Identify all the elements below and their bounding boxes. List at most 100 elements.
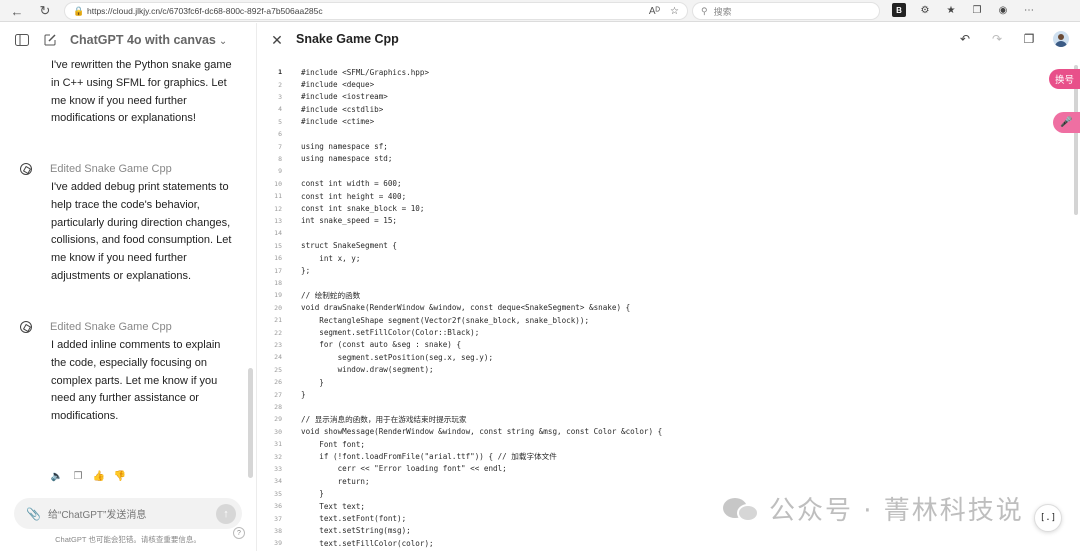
redo-icon[interactable]: ↷ <box>989 31 1005 47</box>
code-line[interactable]: 18 <box>257 277 1057 289</box>
reload-icon[interactable]: ↻ <box>34 0 56 22</box>
code-line[interactable]: 39 text.setFillColor(color); <box>257 537 1057 549</box>
code-text[interactable]: } <box>301 390 306 399</box>
address-bar[interactable]: 🔒 https://cloud.jlkjy.cn/c/6703fc6f-dc68… <box>64 2 688 20</box>
microphone-button[interactable]: 🎤 <box>1053 112 1080 133</box>
avatar[interactable] <box>1053 31 1069 47</box>
send-button[interactable]: ↑ <box>216 503 236 524</box>
code-text[interactable]: const int width = 600; <box>301 179 402 188</box>
chat-scrollbar[interactable] <box>248 368 253 478</box>
code-line[interactable]: 11 const int height = 400; <box>257 190 1057 202</box>
shield-icon[interactable]: ◉ <box>996 3 1010 17</box>
code-line[interactable]: 34 return; <box>257 475 1057 487</box>
model-selector[interactable]: ChatGPT 4o with canvas ⌄ <box>70 33 227 47</box>
close-icon[interactable]: ✕ <box>269 32 285 48</box>
code-line[interactable]: 3 #include <iostream> <box>257 91 1057 103</box>
code-line[interactable]: 9 <box>257 165 1057 177</box>
code-text[interactable]: return; <box>301 477 370 486</box>
code-text[interactable]: RectangleShape segment(Vector2f(snake_bl… <box>301 316 589 325</box>
code-text[interactable]: const int height = 400; <box>301 192 406 201</box>
code-text[interactable]: // 绘制蛇的函数 <box>301 290 360 301</box>
code-text[interactable]: using namespace sf; <box>301 142 388 151</box>
help-icon[interactable]: ? <box>233 527 245 539</box>
read-aloud-icon[interactable]: Aᴰ <box>649 6 660 17</box>
copy-icon[interactable]: ❐ <box>72 470 84 482</box>
code-line[interactable]: 8 using namespace std; <box>257 153 1057 165</box>
more-icon[interactable]: ⋯ <box>1022 3 1036 17</box>
puzzle-icon[interactable]: ⚙ <box>918 3 932 17</box>
code-line[interactable]: 14 <box>257 227 1057 239</box>
code-line[interactable]: 16 int x, y; <box>257 252 1057 264</box>
code-text[interactable]: for (const auto &seg : snake) { <box>301 340 461 349</box>
code-text[interactable]: segment.setFillColor(Color::Black); <box>301 328 479 337</box>
code-text[interactable]: Font font; <box>301 440 365 449</box>
code-text[interactable]: segment.setPosition(seg.x, seg.y); <box>301 353 493 362</box>
code-line[interactable]: 6 <box>257 128 1057 140</box>
code-line[interactable]: 15 struct SnakeSegment { <box>257 240 1057 252</box>
code-text[interactable]: void showMessage(RenderWindow &window, c… <box>301 427 662 436</box>
code-line[interactable]: 21 RectangleShape segment(Vector2f(snake… <box>257 314 1057 326</box>
code-text[interactable]: int x, y; <box>301 254 360 263</box>
code-line[interactable]: 17}; <box>257 264 1057 276</box>
code-text[interactable]: text.setFont(font); <box>301 514 406 523</box>
code-text[interactable]: // 显示消息的函数，用于在游戏结束时提示玩家 <box>301 414 467 425</box>
undo-icon[interactable]: ↶ <box>957 31 973 47</box>
code-text[interactable]: cerr << "Error loading font" << endl; <box>301 464 507 473</box>
code-line[interactable]: 25 window.draw(segment); <box>257 364 1057 376</box>
code-editor[interactable]: 1 #include <SFML/Graphics.hpp> 2 #include <… <box>257 66 1077 551</box>
code-text[interactable]: } <box>301 489 324 498</box>
code-line[interactable]: 4 #include <cstdlib> <box>257 103 1057 115</box>
thumbs-down-icon[interactable]: 👎 <box>114 470 126 482</box>
read-aloud-icon[interactable]: 🔈 <box>51 470 63 482</box>
code-text[interactable]: window.draw(segment); <box>301 365 434 374</box>
code-line[interactable]: 33 cerr << "Error loading font" << endl; <box>257 463 1057 475</box>
code-text[interactable]: #include <iostream> <box>301 92 388 101</box>
collections-icon[interactable]: ❐ <box>970 3 984 17</box>
code-line[interactable]: 19 // 绘制蛇的函数 <box>257 289 1057 301</box>
code-text[interactable]: const int snake_block = 10; <box>301 204 424 213</box>
code-text[interactable]: #include <cstdlib> <box>301 105 383 114</box>
code-line[interactable]: 29 // 显示消息的函数，用于在游戏结束时提示玩家 <box>257 413 1057 425</box>
code-text[interactable]: void drawSnake(RenderWindow &window, con… <box>301 303 630 312</box>
swap-account-button[interactable]: 换号 <box>1049 69 1080 89</box>
code-line[interactable]: 31 Font font; <box>257 438 1057 450</box>
code-line[interactable]: 10 const int width = 600; <box>257 178 1057 190</box>
code-line[interactable]: 26 } <box>257 376 1057 388</box>
code-line[interactable]: 12 const int snake_block = 10; <box>257 202 1057 214</box>
back-icon[interactable]: ← <box>6 0 28 22</box>
code-text[interactable]: using namespace std; <box>301 154 392 163</box>
code-text[interactable]: int snake_speed = 15; <box>301 216 397 225</box>
code-line[interactable]: 2 #include <deque> <box>257 78 1057 90</box>
new-chat-icon[interactable] <box>42 32 58 48</box>
code-text[interactable]: #include <deque> <box>301 80 374 89</box>
code-line[interactable]: 30 void showMessage(RenderWindow &window,… <box>257 426 1057 438</box>
code-line[interactable]: 23 for (const auto &seg : snake) { <box>257 339 1057 351</box>
code-line[interactable]: 24 segment.setPosition(seg.x, seg.y); <box>257 351 1057 363</box>
edited-notice[interactable]: Edited Snake Game Cpp <box>20 321 172 333</box>
code-text[interactable]: } <box>301 378 324 387</box>
code-text[interactable]: struct SnakeSegment { <box>301 241 397 250</box>
search-input[interactable]: ⚲ 搜索 <box>692 2 880 20</box>
code-line[interactable]: 22 segment.setFillColor(Color::Black); <box>257 326 1057 338</box>
favorite-icon[interactable]: ☆ <box>670 6 679 17</box>
code-line[interactable]: 32 if (!font.loadFromFile("arial.ttf")) … <box>257 450 1057 462</box>
code-text[interactable]: }; <box>301 266 310 275</box>
sidebar-toggle-icon[interactable] <box>14 32 30 48</box>
message-composer[interactable]: 📎 给“ChatGPT”发送消息 ↑ <box>14 498 242 529</box>
code-review-button[interactable]: [.] <box>1034 504 1062 532</box>
code-line[interactable]: 20 void drawSnake(RenderWindow &window, c… <box>257 302 1057 314</box>
thumbs-up-icon[interactable]: 👍 <box>93 470 105 482</box>
attach-icon[interactable]: 📎 <box>26 507 41 521</box>
code-line[interactable]: 1 #include <SFML/Graphics.hpp> <box>257 66 1057 78</box>
code-text[interactable]: #include <SFML/Graphics.hpp> <box>301 68 429 77</box>
code-line[interactable]: 28 <box>257 401 1057 413</box>
code-text[interactable]: if (!font.loadFromFile("arial.ttf")) { /… <box>301 451 557 462</box>
code-text[interactable]: Text text; <box>301 502 365 511</box>
code-line[interactable]: 13 int snake_speed = 15; <box>257 215 1057 227</box>
favorites-icon[interactable]: ★ <box>944 3 958 17</box>
code-text[interactable]: #include <ctime> <box>301 117 374 126</box>
copy-icon[interactable]: ❐ <box>1021 31 1037 47</box>
extension-icon[interactable]: B <box>892 3 906 17</box>
code-text[interactable]: text.setFillColor(color); <box>301 539 433 548</box>
code-text[interactable]: text.setString(msg); <box>301 526 410 535</box>
